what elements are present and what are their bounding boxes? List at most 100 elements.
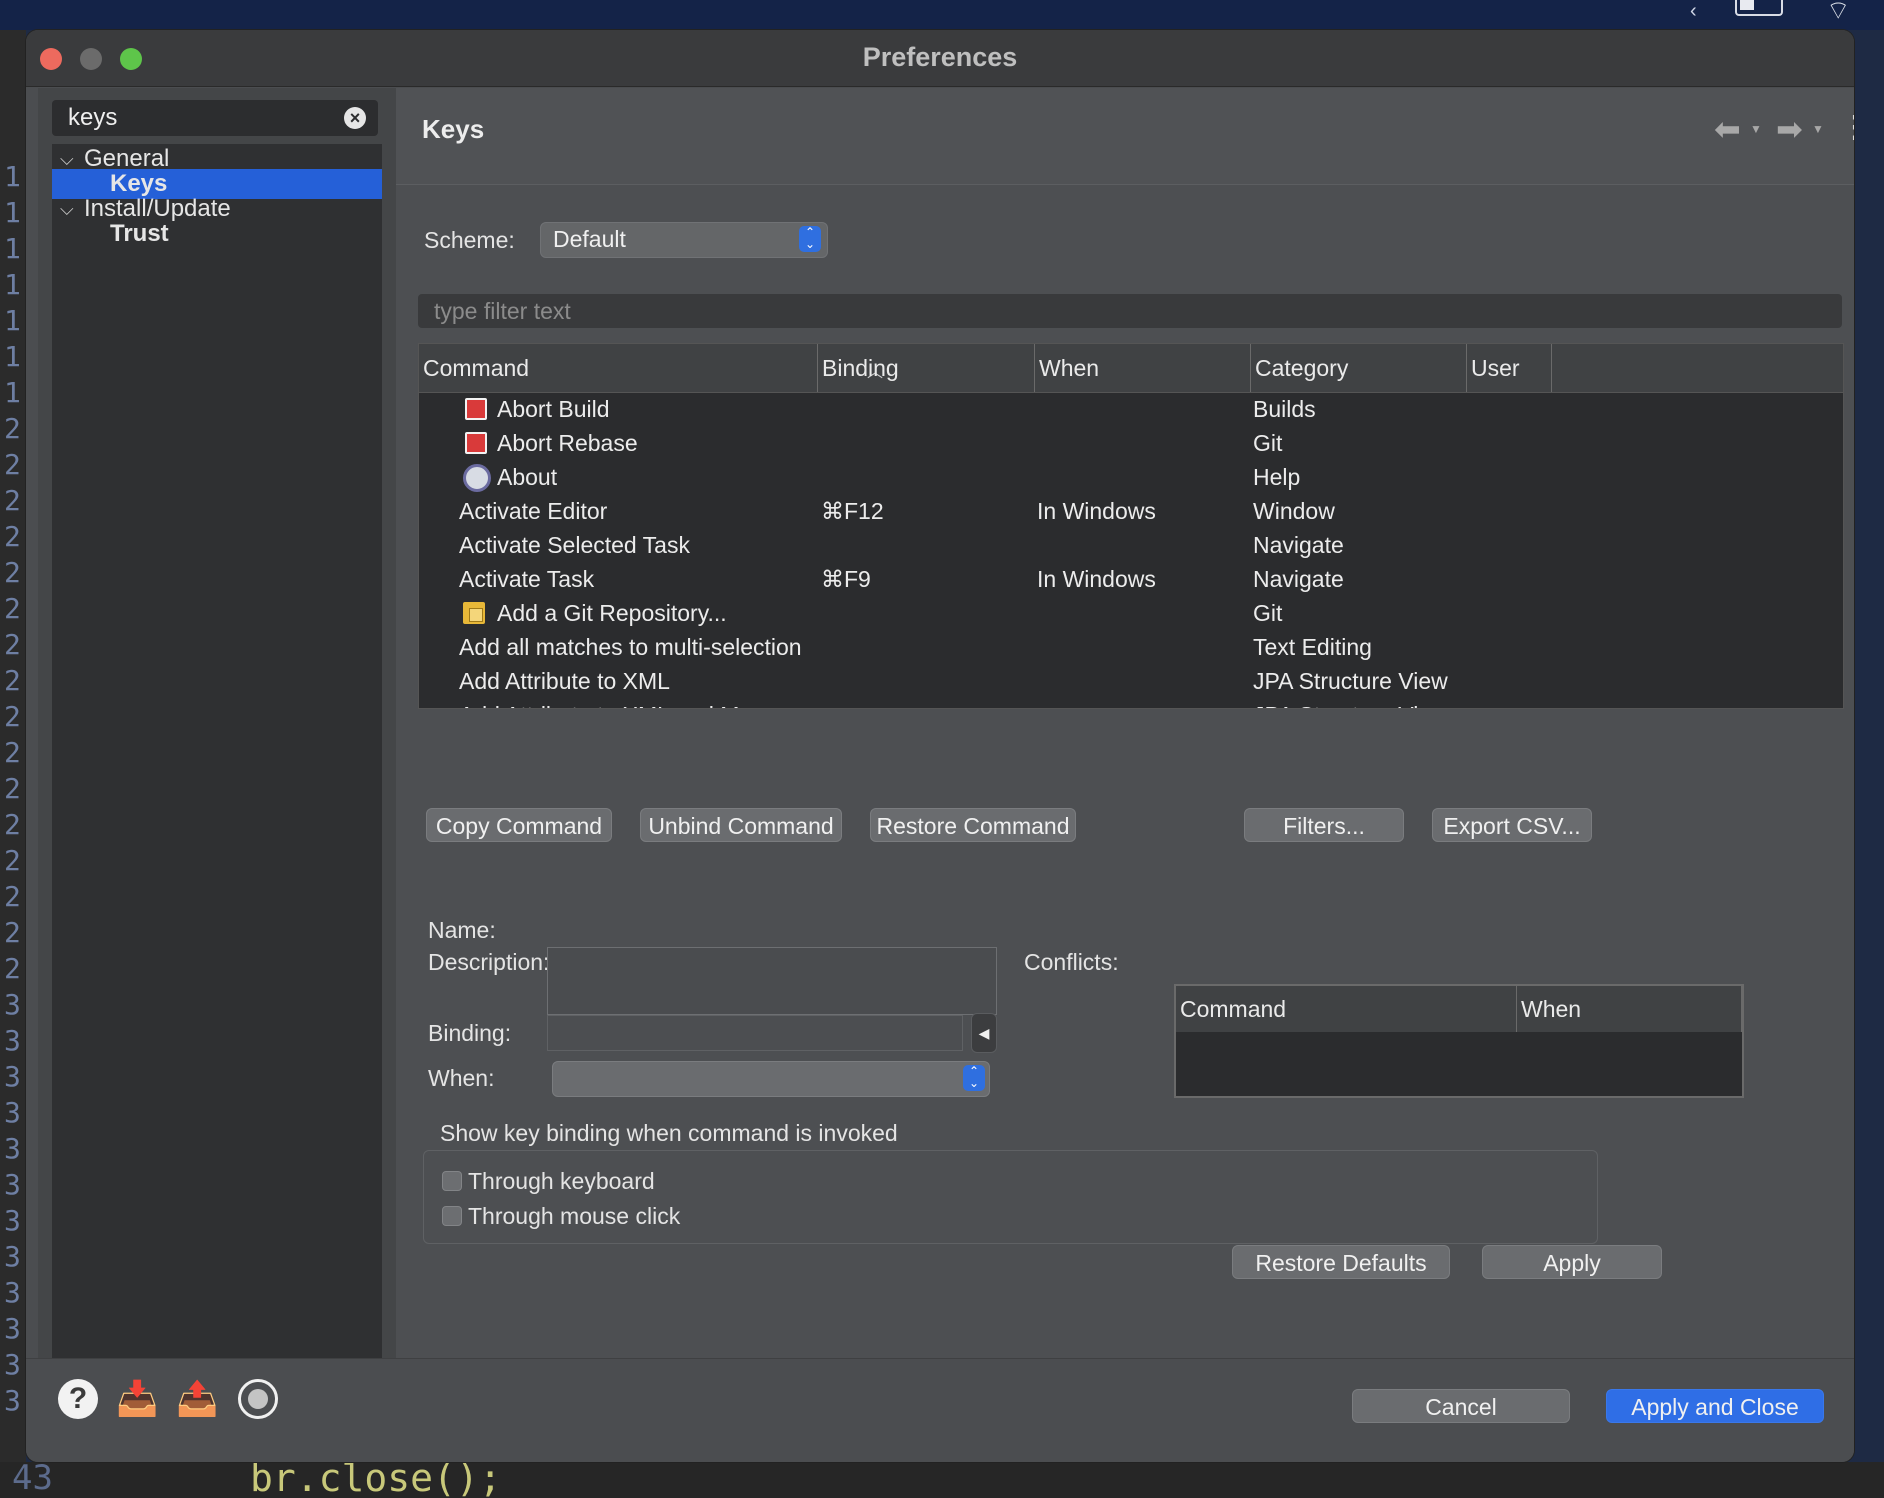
table-row[interactable]: Abort Build Builds bbox=[419, 392, 1843, 426]
table-row[interactable]: Add Attribute to XML JPA Structure View bbox=[419, 664, 1843, 698]
editor-line-number: 3 bbox=[4, 1168, 21, 1201]
description-field[interactable] bbox=[547, 947, 997, 1015]
stop-icon bbox=[465, 398, 487, 420]
editor-line-number: 3 bbox=[4, 1312, 21, 1345]
select-stepper-icon[interactable]: ⌃ ⌄ bbox=[799, 226, 821, 252]
editor-line-number: 2 bbox=[4, 520, 21, 553]
binding-menu-arrow-icon[interactable]: ◀ bbox=[971, 1013, 997, 1053]
editor-line-number: 3 bbox=[4, 1240, 21, 1273]
table-row[interactable]: Add a Git Repository... Git bbox=[419, 596, 1843, 630]
restore-command-button[interactable]: Restore Command bbox=[870, 808, 1076, 842]
cell-command: Add a Git Repository... bbox=[497, 600, 727, 626]
git-repository-icon bbox=[463, 602, 485, 624]
column-header-binding[interactable]: Binding bbox=[817, 344, 1034, 392]
editor-line-number: 2 bbox=[4, 484, 21, 517]
tree-item-trust[interactable]: Trust bbox=[52, 219, 382, 249]
scheme-select[interactable]: Default ⌃ ⌄ bbox=[540, 222, 828, 258]
export-icon[interactable]: 📤 bbox=[176, 1379, 218, 1419]
copy-command-button[interactable]: Copy Command bbox=[426, 808, 612, 842]
through-keyboard-label[interactable]: Through keyboard bbox=[468, 1168, 655, 1195]
back-arrow-icon[interactable]: ⬅ bbox=[1714, 110, 1741, 148]
preferences-tree-panel: keys × ⌵ General Keys ⌵ Install/Update T… bbox=[38, 88, 396, 1358]
editor-code-text: br.close(); bbox=[250, 1462, 502, 1498]
editor-line-number: 1 bbox=[4, 160, 21, 193]
column-header-category[interactable]: Category bbox=[1250, 344, 1467, 392]
filters-button[interactable]: Filters... bbox=[1244, 808, 1404, 842]
command-filter-input[interactable]: type filter text bbox=[418, 294, 1842, 328]
restore-defaults-button[interactable]: Restore Defaults bbox=[1232, 1245, 1450, 1279]
table-row[interactable]: Activate Selected Task Navigate bbox=[419, 528, 1843, 562]
wifi-icon[interactable]: ⌔ bbox=[1826, 0, 1850, 27]
cell-category: Git bbox=[1253, 600, 1283, 626]
scheme-label: Scheme: bbox=[424, 227, 515, 253]
cancel-button[interactable]: Cancel bbox=[1352, 1389, 1570, 1423]
editor-line-number: 2 bbox=[4, 952, 21, 985]
cell-when: In Windows bbox=[1037, 498, 1156, 524]
cell-command: Activate Task bbox=[459, 566, 595, 592]
keys-table: Command ︿ Binding When Category User Abo… bbox=[418, 343, 1844, 709]
cell-command: Activate Editor bbox=[459, 498, 608, 524]
table-row[interactable]: Add all matches to multi-selection Text … bbox=[419, 630, 1843, 664]
forward-arrow-icon[interactable]: ➡ bbox=[1776, 110, 1803, 148]
column-header-filler bbox=[1551, 344, 1836, 392]
table-row[interactable]: About Help bbox=[419, 460, 1843, 494]
table-row[interactable]: Activate Task ⌘F9 In Windows Navigate bbox=[419, 562, 1843, 596]
apply-and-close-button[interactable]: Apply and Close bbox=[1606, 1389, 1824, 1423]
view-menu-icon[interactable]: ⋮ bbox=[1840, 110, 1854, 145]
unbind-command-button[interactable]: Unbind Command bbox=[640, 808, 842, 842]
help-icon[interactable]: ? bbox=[58, 1379, 98, 1419]
column-header-when[interactable]: When bbox=[1034, 344, 1251, 392]
editor-line-number: 1 bbox=[4, 304, 21, 337]
table-row[interactable]: Abort Rebase Git bbox=[419, 426, 1843, 460]
through-keyboard-checkbox[interactable] bbox=[442, 1171, 462, 1191]
back-dropdown-icon[interactable]: ▼ bbox=[1750, 122, 1762, 136]
editor-line-number: 2 bbox=[4, 592, 21, 625]
tree-filter-input[interactable]: keys × bbox=[52, 100, 378, 136]
forward-dropdown-icon[interactable]: ▼ bbox=[1812, 122, 1824, 136]
clear-filter-icon[interactable]: × bbox=[344, 107, 366, 129]
editor-line-number: 2 bbox=[4, 808, 21, 841]
editor-line-number: 3 bbox=[4, 1060, 21, 1093]
cell-binding: ⌘F9 bbox=[821, 566, 871, 592]
keys-table-header: Command ︿ Binding When Category User bbox=[419, 344, 1843, 393]
editor-line-number: 1 bbox=[4, 196, 21, 229]
preferences-window: Preferences keys × ⌵ General Keys ⌵ Inst… bbox=[26, 30, 1854, 1462]
editor-line-number: 3 bbox=[4, 1384, 21, 1417]
binding-field[interactable] bbox=[547, 1015, 963, 1051]
column-header-command[interactable]: Command bbox=[419, 344, 817, 392]
menubar-chevron-icon[interactable]: ‹ bbox=[1690, 0, 1697, 23]
select-stepper-icon[interactable]: ⌃ ⌄ bbox=[963, 1065, 985, 1091]
table-row[interactable]: Add Attribute to XML and Map... JPA Stru… bbox=[419, 698, 1843, 708]
apply-button[interactable]: Apply bbox=[1482, 1245, 1662, 1279]
editor-line-number: 1 bbox=[4, 340, 21, 373]
cell-command: Activate Selected Task bbox=[459, 532, 690, 558]
cell-category: Git bbox=[1253, 430, 1283, 456]
editor-line-number: 3 bbox=[4, 988, 21, 1021]
table-row[interactable]: Activate Editor ⌘F12 In Windows Window bbox=[419, 494, 1843, 528]
import-icon[interactable]: 📥 bbox=[116, 1379, 158, 1419]
through-mouse-checkbox[interactable] bbox=[442, 1206, 462, 1226]
through-mouse-label[interactable]: Through mouse click bbox=[468, 1203, 680, 1230]
filter-placeholder: type filter text bbox=[434, 298, 571, 324]
conflict-column-command[interactable]: Command bbox=[1176, 986, 1516, 1032]
editor-line-number: 2 bbox=[4, 844, 21, 877]
macos-menubar: ‹ ⌔ bbox=[0, 0, 1884, 30]
battery-icon[interactable] bbox=[1735, 0, 1783, 16]
keys-page-content: Scheme: Default ⌃ ⌄ type filter text Comm… bbox=[396, 185, 1854, 1358]
export-csv-button[interactable]: Export CSV... bbox=[1432, 808, 1592, 842]
editor-line-number: 2 bbox=[4, 556, 21, 589]
editor-line-number: 1 bbox=[4, 232, 21, 265]
title-bar[interactable]: Preferences bbox=[26, 30, 1854, 87]
tree-filter-value[interactable]: keys bbox=[68, 104, 117, 132]
page-title: Keys bbox=[422, 114, 485, 144]
when-select[interactable]: ⌃ ⌄ bbox=[552, 1061, 990, 1097]
conflict-column-when[interactable]: When bbox=[1516, 986, 1742, 1032]
cell-command: Abort Rebase bbox=[497, 430, 638, 456]
description-label: Description: bbox=[428, 949, 550, 975]
about-icon bbox=[463, 464, 491, 492]
editor-line-number: 2 bbox=[4, 736, 21, 769]
editor-line-number: 2 bbox=[4, 880, 21, 913]
editor-line-number: 2 bbox=[4, 628, 21, 661]
oomph-preference-recorder-icon[interactable] bbox=[238, 1379, 278, 1419]
column-header-user[interactable]: User bbox=[1466, 344, 1551, 392]
